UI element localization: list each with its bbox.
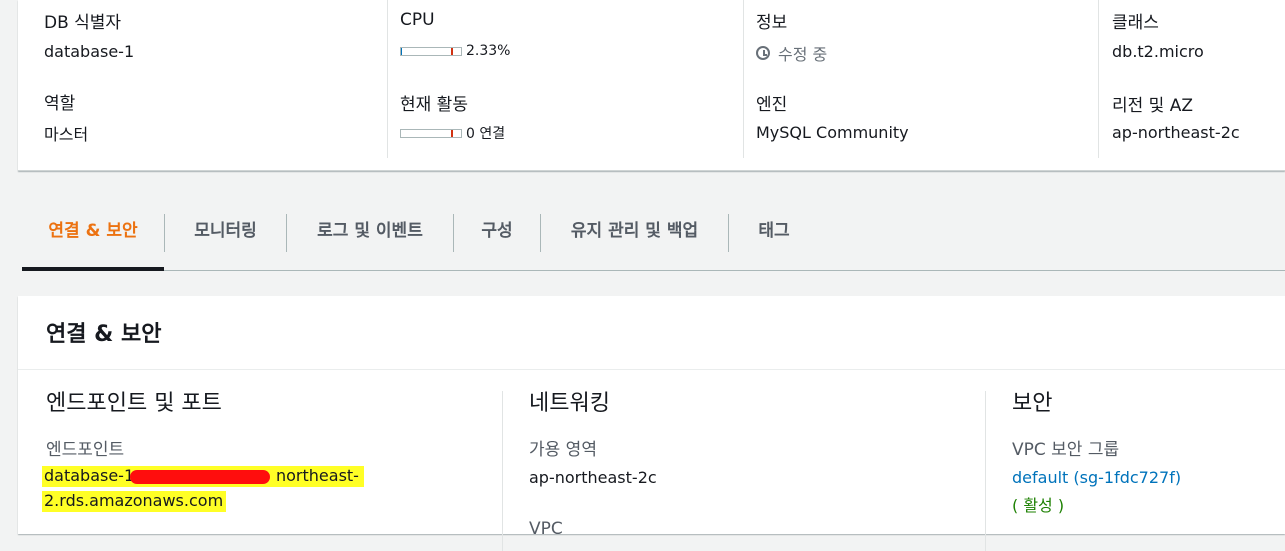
summary-column-1: DB 식별자 database-1 역할 마스터 bbox=[18, 0, 388, 158]
panel-header: 연결 & 보안 bbox=[18, 296, 1285, 370]
cpu-meter-track bbox=[400, 46, 462, 56]
role-label: 역할 bbox=[44, 94, 76, 114]
summary-column-3: 정보 수정 중 엔진 MySQL Community bbox=[743, 0, 1099, 158]
tab-connectivity-security[interactable]: 연결 & 보안 bbox=[22, 212, 164, 251]
availability-zone-label: 가용 영역 bbox=[529, 440, 597, 460]
availability-zone-value: ap-northeast-2c bbox=[529, 468, 657, 487]
current-activity-label: 현재 활동 bbox=[400, 95, 468, 115]
summary-card: DB 식별자 database-1 역할 마스터 CPU 2.33% 현재 활동… bbox=[18, 0, 1285, 171]
endpoint-value: database-1 northeast- bbox=[42, 466, 364, 487]
activity-meter-track bbox=[400, 128, 462, 138]
endpoint-value-line-2: 2.rds.amazonaws.com bbox=[42, 491, 227, 512]
engine-label: 엔진 bbox=[756, 95, 788, 115]
region-az-value: ap-northeast-2c bbox=[1112, 123, 1240, 142]
active-tab-indicator bbox=[22, 267, 164, 271]
tab-configuration[interactable]: 구성 bbox=[454, 212, 540, 251]
security-group-status: ( 활성 ) bbox=[1012, 496, 1065, 515]
activity-meter: 0 연결 bbox=[400, 123, 505, 143]
db-identifier-value: database-1 bbox=[44, 42, 135, 61]
endpoint-section-heading: 엔드포인트 및 포트 bbox=[46, 391, 222, 416]
current-activity-value: 0 연결 bbox=[466, 126, 506, 142]
detail-tabs: 연결 & 보안 모니터링 로그 및 이벤트 구성 유지 관리 및 백업 태그 bbox=[22, 212, 1285, 271]
summary-column-2: CPU 2.33% 현재 활동 0 연결 bbox=[387, 0, 744, 158]
tab-tags[interactable]: 태그 bbox=[729, 212, 819, 251]
tab-logs-events[interactable]: 로그 및 이벤트 bbox=[287, 212, 453, 251]
activity-meter-threshold bbox=[451, 129, 453, 137]
redaction-mark bbox=[130, 470, 270, 484]
role-value: 마스터 bbox=[44, 125, 89, 144]
vpc-security-group-label: VPC 보안 그룹 bbox=[1012, 440, 1120, 460]
summary-column-4: 클래스 db.t2.micro 리전 및 AZ ap-northeast-2c bbox=[1098, 0, 1285, 158]
engine-value: MySQL Community bbox=[756, 123, 909, 142]
endpoint-line-1: database-1 northeast- bbox=[42, 466, 364, 487]
cpu-label: CPU bbox=[400, 10, 435, 30]
class-value: db.t2.micro bbox=[1112, 42, 1204, 61]
tab-monitoring[interactable]: 모니터링 bbox=[165, 212, 286, 251]
endpoint-label: 엔드포인트 bbox=[46, 440, 125, 460]
region-az-label: 리전 및 AZ bbox=[1112, 96, 1194, 116]
endpoint-column: 엔드포인트 및 포트 엔드포인트 database-1 northeast- 2… bbox=[18, 391, 503, 551]
networking-section-heading: 네트워킹 bbox=[529, 391, 610, 416]
cpu-meter: 2.33% bbox=[400, 43, 510, 59]
endpoint-line-2: 2.rds.amazonaws.com bbox=[42, 491, 227, 512]
cpu-value: 2.33% bbox=[466, 43, 511, 59]
cpu-meter-threshold bbox=[451, 47, 453, 55]
security-group-link[interactable]: default (sg-1fdc727f) bbox=[1012, 468, 1181, 487]
networking-column: 네트워킹 가용 영역 ap-northeast-2c VPC bbox=[502, 391, 986, 551]
cpu-meter-fill bbox=[401, 47, 403, 55]
security-section-heading: 보안 bbox=[1012, 391, 1053, 416]
db-identifier-label: DB 식별자 bbox=[44, 13, 122, 33]
vpc-label: VPC bbox=[529, 519, 563, 539]
connectivity-security-panel: 연결 & 보안 엔드포인트 및 포트 엔드포인트 database-1 nort… bbox=[18, 296, 1285, 551]
panel-title: 연결 & 보안 bbox=[46, 322, 162, 347]
endpoint-line-1-end: northeast- bbox=[276, 466, 359, 485]
info-value: 수정 중 bbox=[778, 45, 828, 64]
info-label: 정보 bbox=[756, 13, 788, 33]
endpoint-line-1-start: database-1 bbox=[44, 466, 135, 485]
clock-icon bbox=[756, 46, 770, 60]
info-status: 수정 중 bbox=[756, 41, 827, 65]
tab-maintenance-backup[interactable]: 유지 관리 및 백업 bbox=[541, 212, 728, 251]
class-label: 클래스 bbox=[1112, 13, 1159, 33]
